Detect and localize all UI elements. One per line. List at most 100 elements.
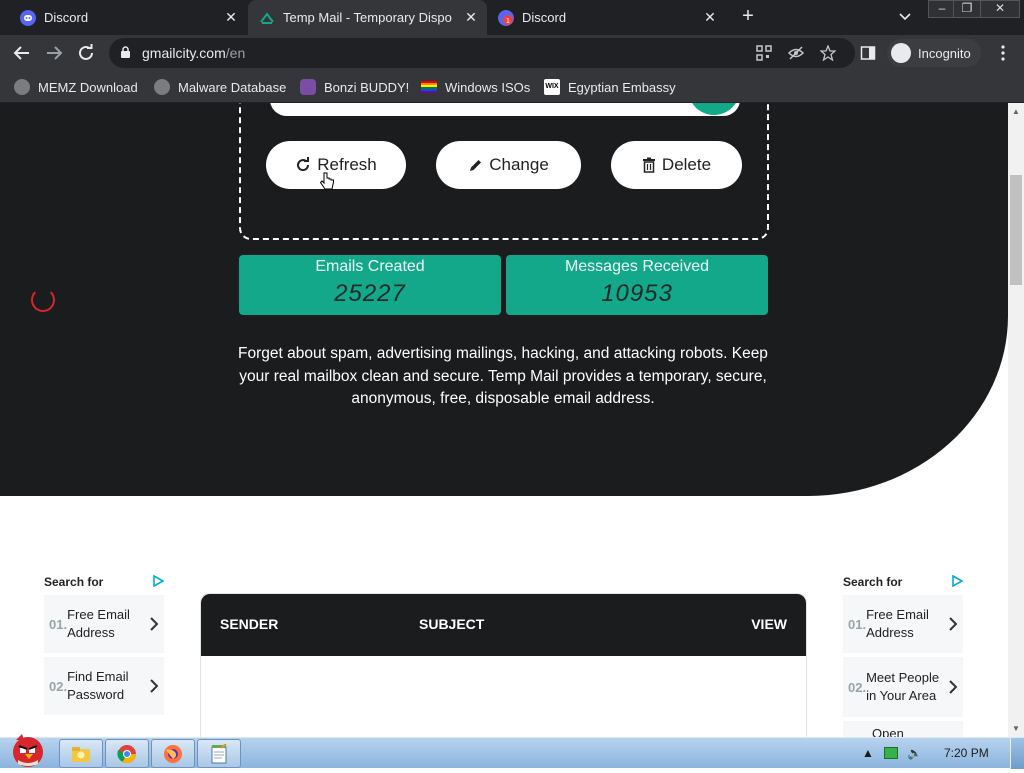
bookmark-memz[interactable]: MEMZ Download — [14, 77, 138, 97]
adchoices-icon[interactable] — [951, 575, 963, 587]
forward-button[interactable] — [42, 41, 66, 65]
qr-code-icon[interactable] — [756, 45, 772, 61]
email-address-field[interactable] — [270, 103, 740, 116]
wix-icon: WIX — [544, 79, 560, 95]
incognito-label: Incognito — [918, 45, 971, 61]
stat-label: Emails Created — [315, 258, 425, 275]
browser-toolbar: gmailcity.com/en Incognito — [0, 35, 1024, 71]
notepad-icon — [211, 743, 227, 763]
restore-button[interactable]: ❐ — [953, 0, 981, 18]
ad-link[interactable]: 02. Find Email Password — [44, 657, 164, 717]
show-desktop-button[interactable] — [1010, 738, 1024, 769]
bookmark-windows-isos[interactable]: Windows ISOs — [421, 77, 530, 97]
side-panel-button[interactable] — [856, 41, 880, 65]
tab-title: Discord — [44, 10, 89, 25]
change-button[interactable]: Change — [436, 141, 581, 189]
column-sender: SENDER — [220, 616, 279, 632]
inbox-header: SENDER SUBJECT VIEW — [201, 594, 806, 656]
svg-text:1: 1 — [506, 17, 510, 25]
ad-link[interactable]: 02. Meet People in Your Area — [843, 657, 963, 719]
incognito-badge[interactable]: Incognito — [887, 39, 981, 67]
tracking-protection-eye-icon[interactable] — [787, 45, 805, 61]
ad-header: Search for — [44, 575, 164, 593]
service-description: Forget about spam, advertising mailings,… — [238, 345, 768, 407]
ad-link[interactable]: 01. Free Email Address — [44, 595, 164, 655]
bookmark-egyptian-embassy[interactable]: WIX Egyptian Embassy — [544, 77, 676, 97]
chevron-right-icon — [150, 679, 158, 693]
chevron-right-icon — [949, 617, 957, 631]
delete-button[interactable]: Delete — [611, 141, 742, 189]
ad-link[interactable]: 01. Free Email Address — [843, 595, 963, 655]
adchoices-icon[interactable] — [152, 575, 164, 587]
new-tab-plus-icon[interactable]: + — [738, 6, 758, 28]
bookmarks-bar: MEMZ Download Malware Database Bonzi BUD… — [0, 71, 1024, 103]
copy-button[interactable] — [688, 103, 740, 115]
inbox-table: SENDER SUBJECT VIEW — [200, 593, 807, 737]
tab-close-icon[interactable]: ✕ — [461, 9, 481, 26]
ad-header: Search for — [843, 575, 963, 593]
rainbow-flag-icon — [421, 81, 437, 93]
start-button[interactable] — [4, 732, 50, 768]
kebab-menu-icon — [1001, 45, 1005, 61]
loading-spinner-icon — [31, 288, 55, 312]
taskbar-firefox[interactable] — [151, 739, 195, 768]
globe-icon — [14, 79, 30, 95]
taskbar-notepad[interactable] — [197, 739, 241, 768]
pencil-icon — [470, 159, 482, 171]
tab-discord-2[interactable]: 1 Discord ✕ — [488, 0, 726, 35]
left-ad-block: Search for 01. Free Email Address 02. Fi… — [44, 575, 164, 717]
folder-icon — [72, 746, 90, 762]
firefox-icon — [164, 744, 182, 763]
messages-received-card: Messages Received 10953 — [506, 255, 768, 315]
tab-search-chevron-icon[interactable] — [896, 7, 914, 25]
stat-value: 10953 — [601, 280, 673, 307]
column-subject: SUBJECT — [419, 616, 485, 632]
reload-icon — [79, 44, 93, 60]
tempmail-icon — [259, 10, 275, 26]
tab-close-icon[interactable]: ✕ — [221, 9, 241, 26]
back-button[interactable] — [10, 41, 34, 65]
scroll-down-arrow-icon[interactable]: ▼ — [1012, 724, 1020, 733]
menu-button[interactable] — [991, 41, 1015, 65]
bookmark-bonzi-buddy[interactable]: Bonzi BUDDY! — [300, 77, 409, 97]
address-bar[interactable]: gmailcity.com/en — [109, 38, 855, 68]
reload-button[interactable] — [74, 41, 98, 65]
hero-section: Refresh Change Delete Emails Created 252… — [0, 103, 1008, 496]
show-hidden-icons-arrow[interactable]: ▲ — [862, 746, 874, 760]
stat-value: 25227 — [334, 280, 406, 307]
incognito-icon — [891, 43, 911, 63]
scrollbar-thumb[interactable] — [1010, 175, 1022, 285]
refresh-icon — [297, 157, 310, 172]
tab-title: Temp Mail - Temporary Dispo — [283, 10, 452, 25]
angry-bird-icon — [13, 734, 43, 767]
volume-icon[interactable]: 🔈 — [907, 746, 922, 760]
taskbar-chrome[interactable] — [105, 739, 149, 768]
refresh-button[interactable]: Refresh — [266, 141, 406, 189]
chevron-right-icon — [949, 680, 957, 694]
taskbar-explorer[interactable] — [59, 739, 103, 768]
ad-link[interactable]: Open — [843, 721, 963, 737]
clock[interactable]: 7:20 PM — [944, 746, 989, 760]
back-arrow-icon — [13, 46, 29, 60]
scroll-up-arrow-icon[interactable]: ▲ — [1012, 107, 1020, 116]
tab-close-icon[interactable]: ✕ — [700, 9, 720, 26]
hand-cursor-icon — [319, 172, 334, 190]
vertical-scrollbar[interactable]: ▲ ▼ — [1008, 103, 1024, 737]
minimize-button[interactable]: – — [928, 0, 956, 18]
column-view: VIEW — [751, 616, 787, 632]
tab-title: Discord — [522, 10, 567, 25]
lock-icon — [120, 46, 131, 64]
emails-created-card: Emails Created 25227 — [239, 255, 501, 315]
right-ad-block: Search for 01. Free Email Address 02. Me… — [843, 575, 963, 737]
chevron-right-icon — [150, 617, 158, 631]
tab-temp-mail[interactable]: Temp Mail - Temporary Dispo ✕ — [248, 0, 487, 35]
tab-discord-1[interactable]: Discord ✕ — [0, 0, 247, 35]
bookmark-malware-database[interactable]: Malware Database — [154, 77, 286, 97]
chrome-icon — [117, 744, 136, 763]
stat-label: Messages Received — [564, 258, 710, 275]
globe-icon — [154, 79, 170, 95]
bookmark-star-icon[interactable] — [819, 44, 837, 62]
network-icon[interactable] — [884, 747, 898, 759]
side-panel-icon — [860, 46, 876, 60]
close-window-button[interactable]: ✕ — [980, 0, 1020, 18]
